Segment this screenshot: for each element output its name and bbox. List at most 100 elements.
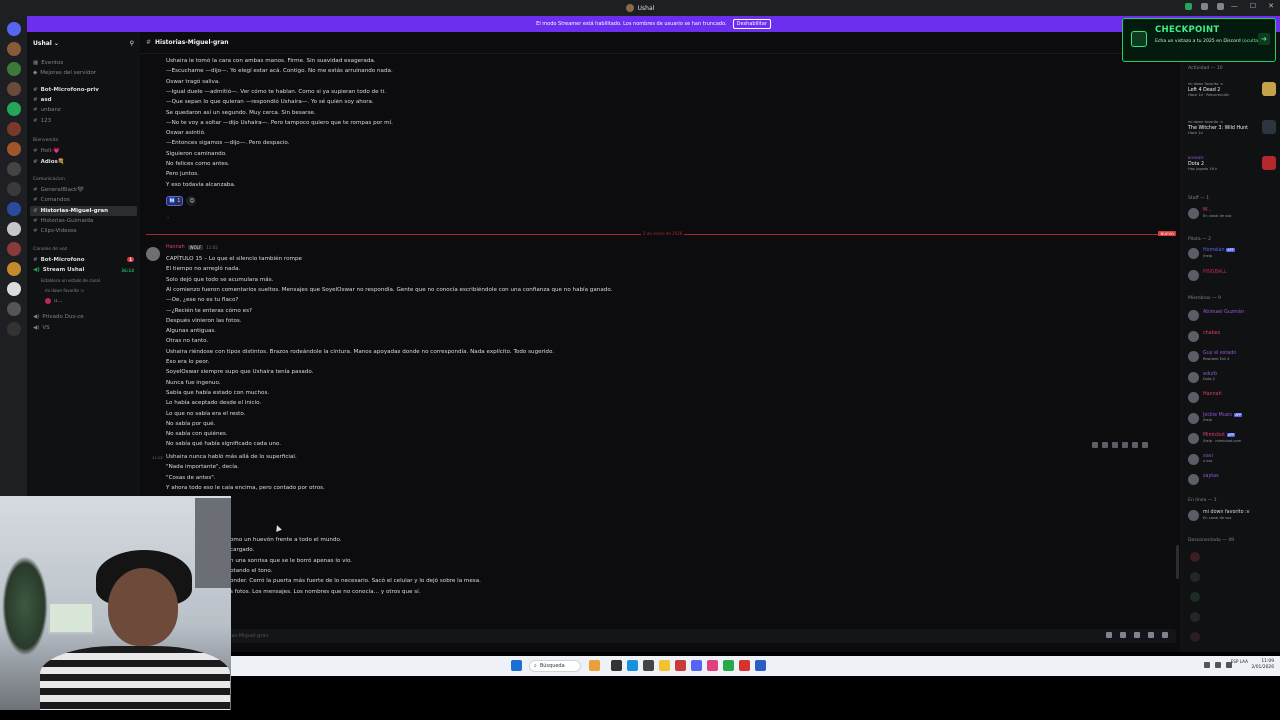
avatar[interactable]: [146, 247, 160, 261]
close-icon[interactable]: ✕: [1268, 2, 1274, 10]
channel-generalblack[interactable]: # GeneralBlack🖤: [27, 185, 140, 195]
channel-historias-miguel-gran[interactable]: # Historias-Miguel-gran: [30, 205, 137, 216]
category-canales-de-voz[interactable]: Canales de voz: [27, 244, 140, 254]
sidebar-item-events[interactable]: ▦ Eventos: [27, 58, 140, 68]
gif-icon[interactable]: [1120, 632, 1126, 638]
category-bienvenida[interactable]: Bienvenida: [27, 136, 140, 146]
activity-card[interactable]: BOMBER Dota 2 Has jugado 16 h: [1188, 156, 1276, 173]
member-item[interactable]: PINGBALL: [1188, 270, 1278, 281]
app-icon[interactable]: [739, 660, 750, 671]
discord-icon[interactable]: [691, 660, 702, 671]
more-icon[interactable]: [1142, 442, 1148, 448]
maximize-icon[interactable]: ☐: [1250, 2, 1256, 10]
channel-privado[interactable]: ◀) Privado Dus-ce: [27, 312, 140, 322]
app-icon[interactable]: [589, 660, 600, 671]
server-icon[interactable]: [6, 82, 21, 96]
add-reaction-button[interactable]: ☺: [186, 196, 197, 206]
server-icon[interactable]: [6, 162, 21, 176]
chevron-up-icon[interactable]: [1204, 662, 1210, 668]
disable-streamer-button[interactable]: Deshabilitar: [732, 19, 771, 29]
member-item[interactable]: mi down favorito :v En canal de voz: [1188, 510, 1278, 521]
channel-bot-microfono-priv[interactable]: # Bot-Microfono-priv: [27, 85, 140, 95]
network-icon[interactable]: [1215, 662, 1221, 668]
member-item[interactable]: zaytas: [1188, 474, 1278, 485]
server-icon[interactable]: [6, 122, 21, 136]
app-icon[interactable]: [643, 660, 654, 671]
help-icon[interactable]: [1217, 3, 1224, 10]
scrollbar[interactable]: [1176, 545, 1179, 579]
checkpoint-promo[interactable]: CHECKPOINT Echa un vistazo a tu 2025 en …: [1122, 18, 1276, 62]
edit-icon[interactable]: [1102, 442, 1108, 448]
app-icon[interactable]: [707, 660, 718, 671]
member-item[interactable]: edurb Dota 2: [1188, 371, 1278, 383]
channel-vs[interactable]: ◀) VS: [27, 323, 140, 333]
sidebar-item-boosts[interactable]: ◆ Mejoras del servidor: [27, 68, 140, 78]
server-icon[interactable]: [6, 222, 21, 236]
start-icon[interactable]: [511, 660, 522, 671]
avatar[interactable]: [1190, 632, 1200, 642]
taskbar-search[interactable]: ⌕ Búsqueda: [529, 660, 581, 672]
member-item[interactable]: Homelan APP/help: [1188, 248, 1278, 259]
folder-icon[interactable]: [659, 660, 670, 671]
voice-user[interactable]: mi down favorito :v: [27, 286, 140, 296]
pin-icon[interactable]: [1185, 3, 1192, 10]
server-icon[interactable]: [6, 302, 21, 316]
server-icon[interactable]: [6, 242, 21, 256]
react-icon[interactable]: [1092, 442, 1098, 448]
channel-adios[interactable]: # Adios💐: [27, 156, 140, 166]
server-icon[interactable]: [6, 182, 21, 196]
reaction[interactable]: 🚻 1: [166, 196, 184, 206]
member-item[interactable]: M... En canal de voz: [1188, 208, 1278, 219]
voice-channel-status[interactable]: Establece un estado de canal: [27, 275, 140, 285]
member-item[interactable]: xavi u bro: [1188, 453, 1278, 465]
member-item[interactable]: Abimael Guzmán: [1188, 310, 1278, 321]
voice-user[interactable]: u...: [27, 296, 140, 306]
server-icon[interactable]: [6, 62, 21, 76]
server-icon[interactable]: [6, 102, 21, 116]
server-icon[interactable]: [6, 202, 21, 216]
clock[interactable]: 11:09 2/01/2026: [1251, 659, 1274, 671]
channel-unbanz[interactable]: # unbanz: [27, 105, 140, 115]
app-icon[interactable]: [723, 660, 734, 671]
member-item[interactable]: Guy el estado Resident Evil 4: [1188, 351, 1278, 362]
server-header[interactable]: Ushal ⌄ ⚲: [27, 32, 140, 54]
gift-icon[interactable]: [1106, 632, 1112, 638]
channel-123[interactable]: #123: [27, 115, 140, 125]
arrow-right-icon[interactable]: ➜: [1258, 33, 1270, 45]
forward-icon[interactable]: [1132, 442, 1138, 448]
activity-card[interactable]: mi down favorito :v Left 4 Dead 2 Hace 1d …: [1188, 82, 1276, 99]
member-item[interactable]: chabes: [1188, 330, 1278, 342]
app-icon[interactable]: [755, 660, 766, 671]
member-item[interactable]: Jockie Music APP/help: [1188, 412, 1278, 424]
category-comunicacion[interactable]: Comunicacion: [27, 175, 140, 185]
voice-channel-stream-ushal[interactable]: ◀) Stream Ushal 36:14: [27, 265, 140, 275]
sticker-icon[interactable]: [1134, 632, 1140, 638]
activity-card[interactable]: mi down favorito :v The Witcher 3: Wild H…: [1188, 120, 1276, 137]
emoji-icon[interactable]: [1148, 632, 1154, 638]
server-icon[interactable]: [6, 22, 21, 36]
reply-icon[interactable]: [1122, 442, 1128, 448]
avatar[interactable]: [1190, 612, 1200, 622]
server-icon[interactable]: [6, 262, 21, 276]
author-name[interactable]: Hannah: [166, 245, 185, 250]
channel-asd[interactable]: # asd: [27, 95, 140, 105]
channel-holi[interactable]: # Holi-💗: [27, 146, 140, 156]
edge-icon[interactable]: [627, 660, 638, 671]
task-view-icon[interactable]: [611, 660, 622, 671]
channel-clips-videoss[interactable]: # Clips-Videoss: [27, 226, 140, 236]
member-item[interactable]: Hannah: [1188, 392, 1278, 403]
avatar[interactable]: [1190, 592, 1200, 602]
message-input[interactable]: ias-Miguel-gran: [146, 629, 1176, 643]
server-icon[interactable]: [6, 42, 21, 56]
avatar[interactable]: [1190, 572, 1200, 582]
minimize-icon[interactable]: —: [1231, 2, 1238, 10]
server-icon[interactable]: [6, 282, 21, 296]
language-indicator[interactable]: ESP LAA: [1231, 659, 1248, 665]
add-member-icon[interactable]: ⚲: [130, 40, 134, 47]
thread-icon[interactable]: [1112, 442, 1118, 448]
server-icon[interactable]: [6, 142, 21, 156]
brave-icon[interactable]: [675, 660, 686, 671]
channel-bot-microfono[interactable]: # Bot-Microfono 1: [27, 255, 140, 265]
channel-historias-guimaida[interactable]: # Historias-Guimaida: [27, 216, 140, 226]
avatar[interactable]: [1190, 552, 1200, 562]
